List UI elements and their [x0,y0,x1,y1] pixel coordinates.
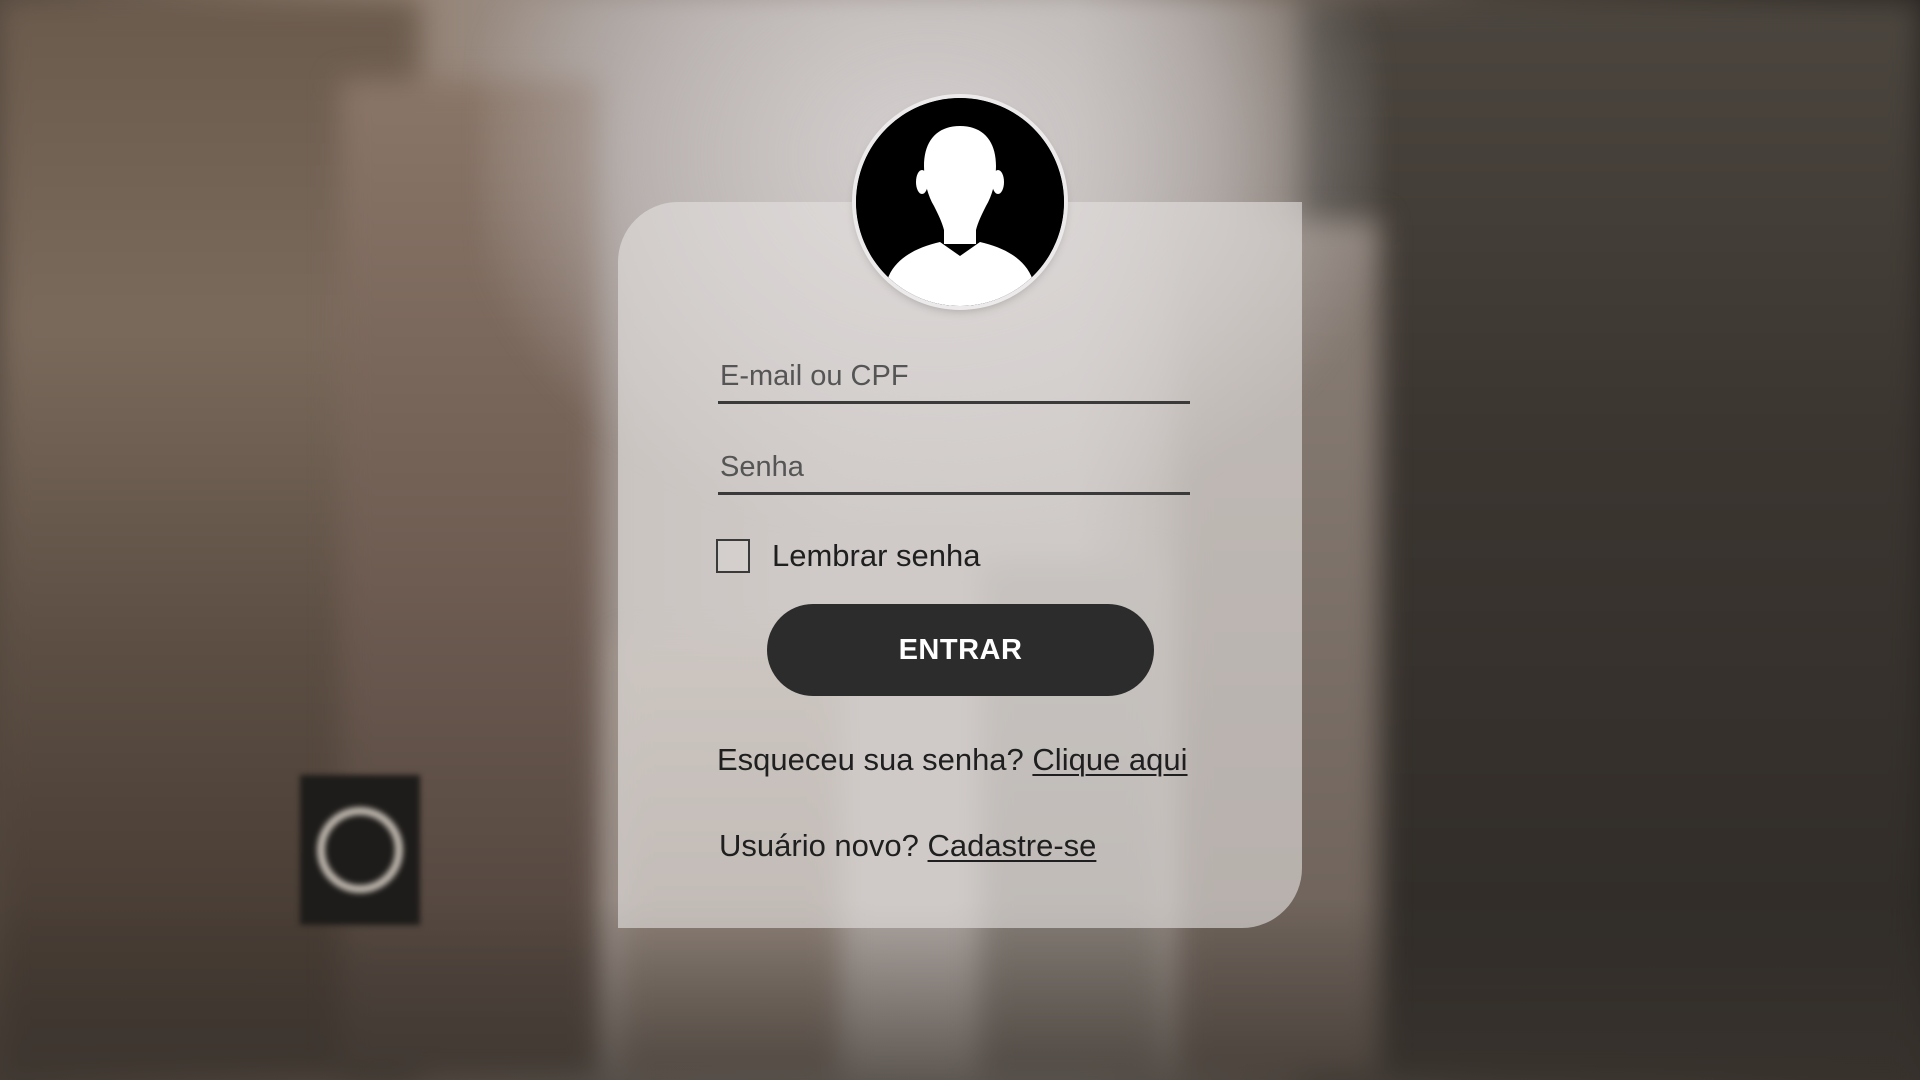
signup-text: Usuário novo? [719,828,919,863]
remember-password-row[interactable]: Lembrar senha [716,538,981,574]
signup-link[interactable]: Cadastre-se [928,828,1097,863]
signup-line: Usuário novo? Cadastre-se [719,828,1096,864]
user-avatar [856,98,1064,306]
forgot-password-text: Esqueceu sua senha? [717,742,1024,777]
forgot-password-link[interactable]: Clique aqui [1032,742,1187,777]
store-sign-logo [317,807,403,893]
remember-password-checkbox[interactable] [716,539,750,573]
background-store-sign [300,775,420,925]
user-silhouette-icon [856,98,1064,306]
forgot-password-line: Esqueceu sua senha? Clique aqui [717,742,1188,778]
login-page: Lembrar senha ENTRAR Esqueceu sua senha?… [0,0,1920,1080]
email-field[interactable] [718,352,1190,404]
password-field[interactable] [718,443,1190,495]
remember-password-label[interactable]: Lembrar senha [772,538,981,574]
login-button[interactable]: ENTRAR [767,604,1154,696]
